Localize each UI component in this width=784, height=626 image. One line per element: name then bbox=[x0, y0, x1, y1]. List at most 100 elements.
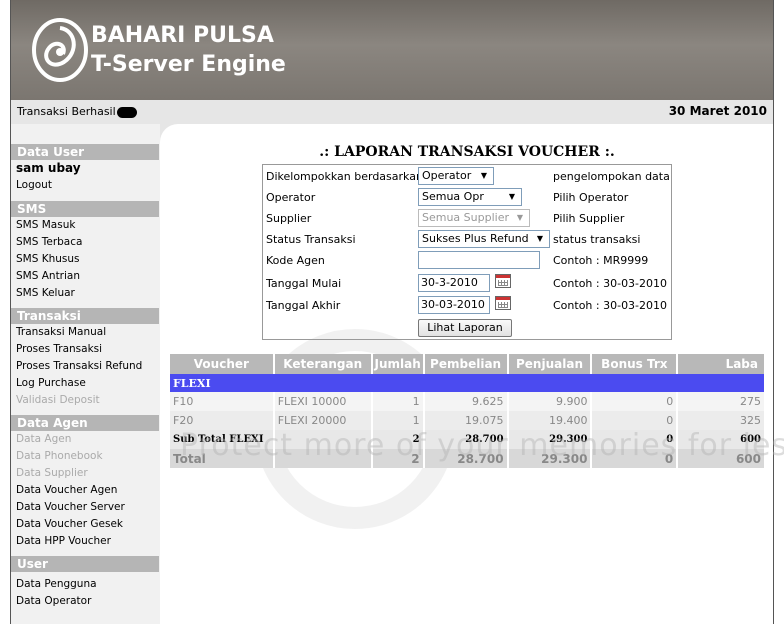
operator-select[interactable]: Semua Opr ▼ bbox=[418, 188, 522, 206]
tanggal-akhir-label: Tanggal Akhir bbox=[266, 299, 341, 312]
redaction-mark bbox=[116, 106, 137, 118]
status-note: status transaksi bbox=[553, 233, 641, 246]
sidebar-item-validasi-deposit[interactable]: Validasi Deposit bbox=[11, 392, 160, 409]
calendar-icon[interactable] bbox=[495, 274, 511, 288]
corner-decoration bbox=[160, 124, 184, 142]
kode-agen-note: Contoh : MR9999 bbox=[553, 254, 649, 267]
cell-pembelian: 19.075 bbox=[423, 411, 509, 430]
cell-jumlah: 1 bbox=[371, 392, 425, 411]
section-user: User bbox=[11, 556, 159, 572]
sidebar-item-proses-transaksi-refund[interactable]: Proses Transaksi Refund bbox=[11, 358, 160, 375]
sidebar-item-proses-transaksi[interactable]: Proses Transaksi bbox=[11, 341, 160, 358]
subtotal-bonus: 0 bbox=[591, 430, 679, 449]
sidebar-item-transaksi-manual[interactable]: Transaksi Manual bbox=[11, 324, 160, 341]
table-header-row: Voucher Keterangan Jumlah Pembelian Penj… bbox=[170, 354, 766, 374]
sidebar-item-data-hpp-voucher[interactable]: Data HPP Voucher bbox=[11, 533, 160, 550]
table-row: F20 FLEXI 20000 1 19.075 19.400 0 325 bbox=[170, 411, 766, 430]
sidebar-item-sms-terbaca[interactable]: SMS Terbaca bbox=[11, 234, 160, 251]
total-jumlah: 2 bbox=[371, 449, 425, 468]
kode-agen-input[interactable] bbox=[418, 251, 540, 269]
sidebar-item-sms-masuk[interactable]: SMS Masuk bbox=[11, 217, 160, 234]
logo-swirl-icon bbox=[32, 18, 88, 82]
supplier-select[interactable]: Semua Supplier ▼ bbox=[418, 209, 530, 227]
section-data-agen: Data Agen bbox=[11, 415, 159, 431]
cell-penjualan: 9.900 bbox=[507, 392, 593, 411]
brand-line1: BAHARI PULSA bbox=[91, 23, 274, 48]
sidebar-item-data-supplier[interactable]: Data Supplier bbox=[11, 465, 160, 482]
col-bonus-trx: Bonus Trx bbox=[591, 354, 679, 374]
total-laba: 600 bbox=[677, 449, 766, 468]
sidebar-item-data-pengguna[interactable]: Data Pengguna bbox=[11, 576, 160, 593]
group-by-select[interactable]: Operator ▼ bbox=[418, 167, 494, 185]
group-by-label: Dikelompokkan berdasarkan bbox=[266, 170, 423, 183]
status-select[interactable]: Sukses Plus Refund ▼ bbox=[418, 230, 550, 248]
tanggal-mulai-input[interactable]: 30-3-2010 bbox=[418, 274, 490, 292]
main-content: .: LAPORAN TRANSAKSI VOUCHER :. Dikelomp… bbox=[160, 124, 774, 624]
cell-voucher: F10 bbox=[170, 392, 275, 411]
total-label: Total bbox=[170, 449, 275, 468]
row-tanggal-akhir: Tanggal Akhir 30-03-2010 Contoh : 30-03-… bbox=[263, 296, 671, 316]
total-penjualan: 29.300 bbox=[507, 449, 593, 468]
col-pembelian: Pembelian bbox=[423, 354, 509, 374]
subtotal-jumlah: 2 bbox=[371, 430, 425, 449]
total-bonus: 0 bbox=[591, 449, 679, 468]
brand-title: BAHARI PULSA T-Server Engine bbox=[91, 22, 286, 80]
row-tanggal-mulai: Tanggal Mulai 30-3-2010 Contoh : 30-03-2… bbox=[263, 274, 671, 294]
sidebar-item-log-purchase[interactable]: Log Purchase bbox=[11, 375, 160, 392]
group-label: FLEXI bbox=[170, 374, 766, 392]
lihat-laporan-button[interactable]: Lihat Laporan bbox=[418, 319, 512, 337]
chevron-down-icon: ▼ bbox=[477, 170, 491, 182]
logout-link[interactable]: Logout bbox=[11, 177, 160, 194]
row-kode-agen: Kode Agen Contoh : MR9999 bbox=[263, 251, 671, 271]
status-message: Transaksi Berhasil bbox=[17, 105, 116, 118]
group-row: FLEXI bbox=[170, 374, 766, 392]
sidebar-item-sms-khusus[interactable]: SMS Khusus bbox=[11, 251, 160, 268]
report-filter-form: Dikelompokkan berdasarkan Operator ▼ pen… bbox=[262, 164, 672, 340]
chevron-down-icon: ▼ bbox=[513, 212, 527, 224]
status-bar: Transaksi Berhasil 30 Maret 2010 bbox=[10, 100, 774, 124]
sidebar: Data User sam ubay Logout SMS SMS Masuk … bbox=[10, 124, 160, 624]
cell-jumlah: 1 bbox=[371, 411, 425, 430]
table-row: F10 FLEXI 10000 1 9.625 9.900 0 275 bbox=[170, 392, 766, 411]
total-pembelian: 28.700 bbox=[423, 449, 509, 468]
sidebar-item-data-voucher-agen[interactable]: Data Voucher Agen bbox=[11, 482, 160, 499]
row-operator: Operator Semua Opr ▼ Pilih Operator bbox=[263, 188, 671, 208]
subtotal-keterangan bbox=[273, 430, 373, 449]
sidebar-item-data-agen[interactable]: Data Agen bbox=[11, 431, 160, 448]
status-label: Status Transaksi bbox=[266, 233, 356, 246]
tanggal-mulai-label: Tanggal Mulai bbox=[266, 277, 342, 290]
chevron-down-icon: ▼ bbox=[533, 233, 547, 245]
cell-laba: 325 bbox=[677, 411, 766, 430]
subtotal-laba: 600 bbox=[677, 430, 766, 449]
cell-bonus: 0 bbox=[591, 392, 679, 411]
sidebar-item-data-voucher-gesek[interactable]: Data Voucher Gesek bbox=[11, 516, 160, 533]
sidebar-item-sms-antrian[interactable]: SMS Antrian bbox=[11, 268, 160, 285]
sidebar-item-sms-keluar[interactable]: SMS Keluar bbox=[11, 285, 160, 302]
row-status: Status Transaksi Sukses Plus Refund ▼ st… bbox=[263, 230, 671, 250]
col-voucher: Voucher bbox=[170, 354, 275, 374]
section-sms: SMS bbox=[11, 201, 159, 217]
operator-note: Pilih Operator bbox=[553, 191, 629, 204]
subtotal-penjualan: 29.300 bbox=[507, 430, 593, 449]
current-date: 30 Maret 2010 bbox=[668, 104, 767, 118]
subtotal-row: Sub Total FLEXI 2 28.700 29.300 0 600 bbox=[170, 430, 766, 449]
cell-penjualan: 19.400 bbox=[507, 411, 593, 430]
total-row: Total 2 28.700 29.300 0 600 bbox=[170, 449, 766, 468]
sidebar-item-data-phonebook[interactable]: Data Phonebook bbox=[11, 448, 160, 465]
user-name: sam ubay bbox=[16, 161, 81, 175]
col-keterangan: Keterangan bbox=[273, 354, 373, 374]
sidebar-item-data-operator[interactable]: Data Operator bbox=[11, 593, 160, 610]
tanggal-akhir-input[interactable]: 30-03-2010 bbox=[418, 296, 490, 314]
calendar-icon[interactable] bbox=[495, 296, 511, 310]
col-laba: Laba bbox=[677, 354, 766, 374]
cell-voucher: F20 bbox=[170, 411, 275, 430]
status-value: Sukses Plus Refund bbox=[422, 232, 529, 245]
supplier-value: Semua Supplier bbox=[422, 211, 509, 224]
kode-agen-label: Kode Agen bbox=[266, 254, 325, 267]
sidebar-item-data-voucher-server[interactable]: Data Voucher Server bbox=[11, 499, 160, 516]
section-data-user: Data User bbox=[11, 144, 159, 160]
col-jumlah: Jumlah bbox=[371, 354, 425, 374]
supplier-note: Pilih Supplier bbox=[553, 212, 625, 225]
group-by-note: pengelompokan data bbox=[553, 170, 670, 183]
status-message-wrap: Transaksi Berhasil bbox=[17, 105, 137, 118]
